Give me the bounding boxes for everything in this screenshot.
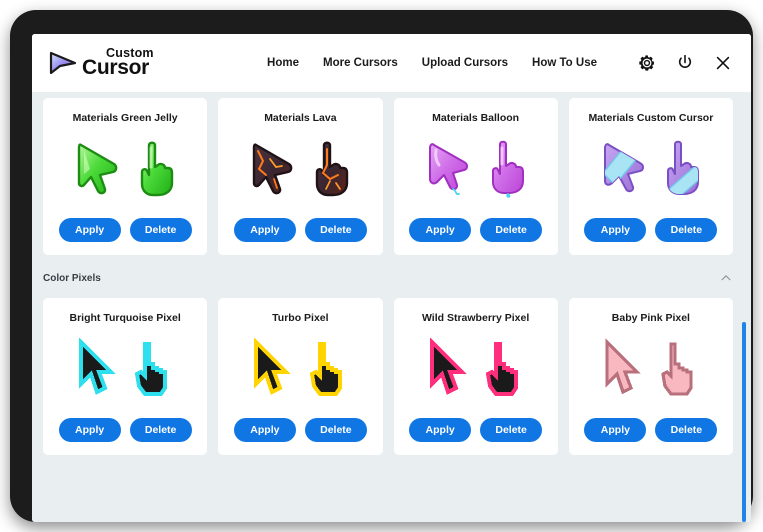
app-header: Custom Cursor Home More Cursors Upload C… bbox=[32, 34, 751, 92]
delete-button[interactable]: Delete bbox=[655, 418, 718, 442]
section-title: Color Pixels bbox=[43, 272, 101, 284]
cursor-arrow-logo-icon bbox=[49, 51, 77, 75]
cursor-preview-pair bbox=[71, 130, 179, 208]
apply-button[interactable]: Apply bbox=[409, 418, 472, 442]
cursor-preview-pair bbox=[422, 130, 530, 208]
cursor-card-materials-green-jelly[interactable]: Materials Green Jelly Apply Delete bbox=[43, 98, 208, 255]
vertical-scrollbar[interactable] bbox=[742, 322, 746, 522]
card-actions: Apply Delete bbox=[58, 218, 192, 242]
materials-card-grid: Materials Green Jelly Apply Delete Mater… bbox=[32, 92, 751, 255]
power-icon[interactable] bbox=[675, 53, 695, 73]
card-actions: Apply Delete bbox=[584, 418, 718, 442]
delete-button[interactable]: Delete bbox=[480, 218, 543, 242]
delete-button[interactable]: Delete bbox=[129, 218, 192, 242]
card-title: Wild Strawberry Pixel bbox=[421, 312, 530, 324]
card-title: Materials Custom Cursor bbox=[588, 112, 714, 124]
arrow-cursor-preview-icon bbox=[77, 143, 118, 195]
nav-upload-cursors[interactable]: Upload Cursors bbox=[422, 57, 508, 69]
nav-more-cursors[interactable]: More Cursors bbox=[323, 57, 398, 69]
cursor-card-materials-lava[interactable]: Materials Lava Apply Delete bbox=[218, 98, 383, 255]
brand-logo[interactable]: Custom Cursor bbox=[48, 46, 164, 80]
card-title: Turbo Pixel bbox=[272, 312, 329, 324]
hand-cursor-preview-icon bbox=[134, 342, 168, 396]
delete-button[interactable]: Delete bbox=[655, 218, 718, 242]
cursor-preview-pair bbox=[426, 330, 526, 408]
apply-button[interactable]: Apply bbox=[584, 418, 647, 442]
card-actions: Apply Delete bbox=[409, 218, 543, 242]
cursor-preview-pair bbox=[246, 130, 354, 208]
arrow-cursor-preview-icon bbox=[79, 338, 116, 395]
hand-cursor-preview-icon bbox=[666, 140, 699, 195]
hand-cursor-preview-icon bbox=[491, 140, 524, 198]
cursor-list-scroll-area[interactable]: Materials Green Jelly Apply Delete Mater… bbox=[32, 92, 751, 522]
cursor-preview-pair bbox=[250, 330, 350, 408]
cursor-card-materials-custom-cursor[interactable]: Materials Custom Cursor Apply Delete bbox=[568, 98, 733, 255]
device-bezel: Custom Cursor Home More Cursors Upload C… bbox=[10, 10, 753, 522]
apply-button[interactable]: Apply bbox=[58, 418, 121, 442]
apply-button[interactable]: Apply bbox=[233, 218, 296, 242]
delete-button[interactable]: Delete bbox=[304, 418, 367, 442]
card-title: Materials Green Jelly bbox=[72, 112, 178, 124]
card-actions: Apply Delete bbox=[58, 418, 192, 442]
apply-button[interactable]: Apply bbox=[233, 418, 296, 442]
nav-home[interactable]: Home bbox=[267, 57, 299, 69]
device-mockup: Custom Cursor Home More Cursors Upload C… bbox=[0, 0, 763, 532]
main-navigation: Home More Cursors Upload Cursors How To … bbox=[267, 53, 733, 73]
chevron-up-icon[interactable] bbox=[719, 271, 733, 285]
card-title: Baby Pink Pixel bbox=[611, 312, 690, 324]
cursor-card-materials-balloon[interactable]: Materials Balloon Apply Delete bbox=[393, 98, 558, 255]
cursor-preview-pair bbox=[75, 330, 175, 408]
brand-bottom-text: Cursor bbox=[82, 56, 150, 79]
apply-button[interactable]: Apply bbox=[584, 218, 647, 242]
card-actions: Apply Delete bbox=[233, 218, 367, 242]
cursor-card-turbo-pixel[interactable]: Turbo Pixel Apply Delete bbox=[218, 298, 383, 455]
brand-wordmark: Custom Cursor bbox=[82, 46, 164, 80]
arrow-cursor-preview-icon bbox=[253, 143, 293, 195]
card-title: Materials Balloon bbox=[432, 112, 520, 124]
card-title: Bright Turquoise Pixel bbox=[69, 312, 181, 324]
card-actions: Apply Delete bbox=[409, 418, 543, 442]
hand-cursor-preview-icon bbox=[310, 342, 343, 396]
cursor-card-bright-turquoise-pixel[interactable]: Bright Turquoise Pixel Apply Delete bbox=[43, 298, 208, 455]
apply-button[interactable]: Apply bbox=[58, 218, 121, 242]
close-icon[interactable] bbox=[713, 53, 733, 73]
card-actions: Apply Delete bbox=[233, 418, 367, 442]
section-header-color-pixels[interactable]: Color Pixels bbox=[43, 268, 733, 288]
hand-cursor-preview-icon bbox=[316, 141, 349, 197]
cursor-preview-pair bbox=[601, 330, 701, 408]
custom-cursor-app: Custom Cursor Home More Cursors Upload C… bbox=[32, 34, 751, 522]
apply-button[interactable]: Apply bbox=[409, 218, 472, 242]
hand-cursor-preview-icon bbox=[485, 342, 518, 396]
arrow-cursor-preview-icon bbox=[428, 143, 468, 196]
vertical-scrollbar-track[interactable] bbox=[742, 322, 746, 522]
nav-how-to-use[interactable]: How To Use bbox=[532, 57, 597, 69]
arrow-cursor-preview-icon bbox=[605, 338, 641, 395]
cursor-preview-pair bbox=[597, 130, 705, 208]
card-title: Materials Lava bbox=[264, 112, 337, 124]
arrow-cursor-preview-icon bbox=[254, 338, 292, 395]
header-icon-group bbox=[637, 53, 733, 73]
arrow-cursor-preview-icon bbox=[429, 338, 467, 395]
delete-button[interactable]: Delete bbox=[129, 418, 192, 442]
arrow-cursor-preview-icon bbox=[603, 143, 644, 193]
hand-cursor-preview-icon bbox=[140, 141, 174, 197]
hand-cursor-preview-icon bbox=[661, 342, 693, 396]
cursor-card-wild-strawberry-pixel[interactable]: Wild Strawberry Pixel Apply Delete bbox=[393, 298, 558, 455]
device-screen: Custom Cursor Home More Cursors Upload C… bbox=[32, 34, 751, 522]
gear-icon[interactable] bbox=[637, 53, 657, 73]
cursor-card-baby-pink-pixel[interactable]: Baby Pink Pixel Apply Delete bbox=[568, 298, 733, 455]
delete-button[interactable]: Delete bbox=[304, 218, 367, 242]
color-pixels-card-grid: Bright Turquoise Pixel Apply Delete Turb… bbox=[32, 292, 751, 455]
card-actions: Apply Delete bbox=[584, 218, 718, 242]
delete-button[interactable]: Delete bbox=[480, 418, 543, 442]
